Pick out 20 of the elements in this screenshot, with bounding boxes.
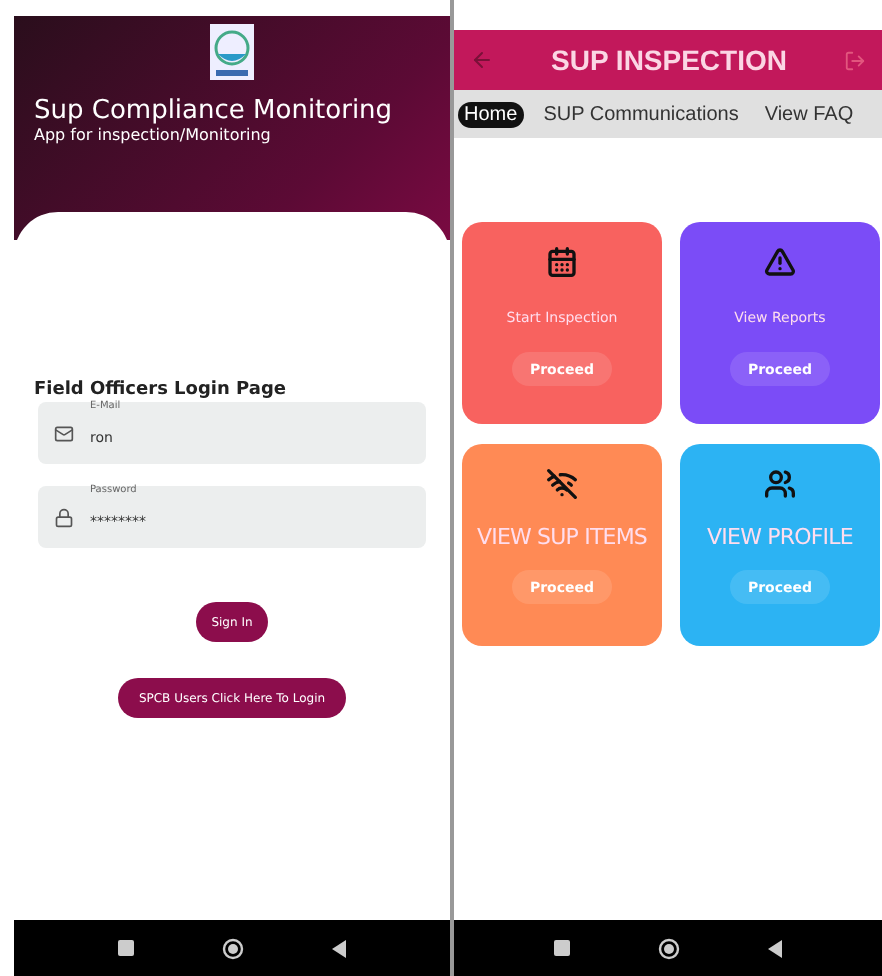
card-title: VIEW SUP ITEMS	[476, 524, 648, 550]
tab[interactable]: SUP Communications	[537, 101, 745, 127]
calendar-icon	[546, 246, 578, 278]
warning-icon	[764, 246, 796, 278]
mail-icon	[54, 423, 74, 443]
home-icon[interactable]	[658, 937, 680, 959]
back-icon[interactable]	[768, 939, 782, 957]
people-icon	[764, 468, 796, 500]
app-title: Sup Compliance Monitoring	[34, 96, 393, 126]
screen-title: SUP INSPECTION	[549, 44, 789, 76]
lock-icon	[54, 507, 74, 527]
logo-icon	[210, 24, 254, 80]
login-heading: Field Officers Login Page	[34, 380, 289, 400]
app-subtitle: App for inspection/Monitoring	[34, 126, 271, 144]
card-title: VIEW PROFILE	[707, 524, 853, 550]
home-icon[interactable]	[222, 937, 244, 959]
wifi-off-icon	[546, 468, 578, 500]
tab[interactable]: Home	[458, 101, 524, 127]
tab[interactable]: View FAQ	[758, 101, 860, 127]
back-icon[interactable]	[332, 939, 346, 957]
